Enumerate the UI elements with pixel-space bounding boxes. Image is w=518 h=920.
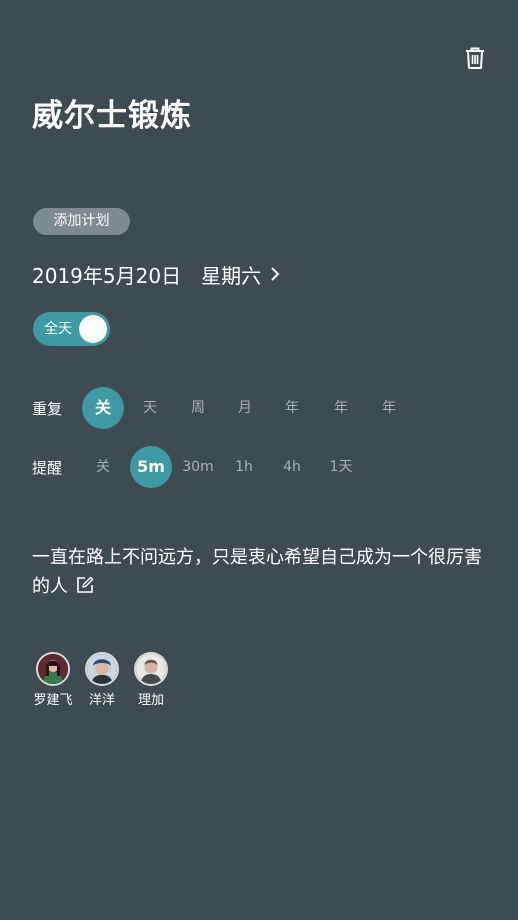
member-name: 理加 <box>137 693 164 708</box>
chevron-right-icon <box>271 267 280 281</box>
add-plan-button[interactable]: 添加计划 <box>33 208 130 235</box>
all-day-toggle[interactable]: 全天 <box>33 312 110 346</box>
reminder-option-5m[interactable]: 5m <box>130 446 172 488</box>
note: 一直在路上不问远方，只是衷心希望自己成为一个很厉害的人 <box>32 543 492 601</box>
toggle-knob <box>79 315 107 343</box>
note-text: 一直在路上不问远方，只是衷心希望自己成为一个很厉害的人 <box>32 547 482 597</box>
member-item[interactable]: 理加 <box>131 652 171 708</box>
repeat-label: 重复 <box>32 400 63 418</box>
repeat-option-year-3[interactable]: 年 <box>368 387 410 429</box>
page-title: 威尔士锻炼 <box>32 98 192 134</box>
weekday-text: 星期六 <box>201 263 262 288</box>
date-text: 2019年5月20日 <box>32 263 182 288</box>
trash-icon <box>466 47 484 69</box>
member-item[interactable]: 罗建飞 <box>33 652 73 708</box>
delete-button[interactable] <box>462 45 488 71</box>
date-selector[interactable]: 2019年5月20日 星期六 <box>32 258 281 290</box>
reminder-option-off[interactable]: 关 <box>82 446 124 488</box>
all-day-label: 全天 <box>44 321 72 337</box>
repeat-option-week[interactable]: 周 <box>177 387 219 429</box>
repeat-option-year-1[interactable]: 年 <box>271 387 313 429</box>
avatar <box>134 652 168 686</box>
repeat-option-off[interactable]: 关 <box>82 387 124 429</box>
member-item[interactable]: 洋洋 <box>82 652 122 708</box>
reminder-option-1day[interactable]: 1天 <box>320 446 362 488</box>
reminder-option-4h[interactable]: 4h <box>271 446 313 488</box>
reminder-label: 提醒 <box>32 459 63 477</box>
avatar <box>36 652 70 686</box>
edit-icon[interactable] <box>76 576 94 594</box>
repeat-option-year-2[interactable]: 年 <box>320 387 362 429</box>
repeat-option-day[interactable]: 天 <box>129 387 171 429</box>
reminder-option-30m[interactable]: 30m <box>177 446 219 488</box>
reminder-option-1h[interactable]: 1h <box>223 446 265 488</box>
avatar <box>85 652 119 686</box>
repeat-option-month[interactable]: 月 <box>224 387 266 429</box>
